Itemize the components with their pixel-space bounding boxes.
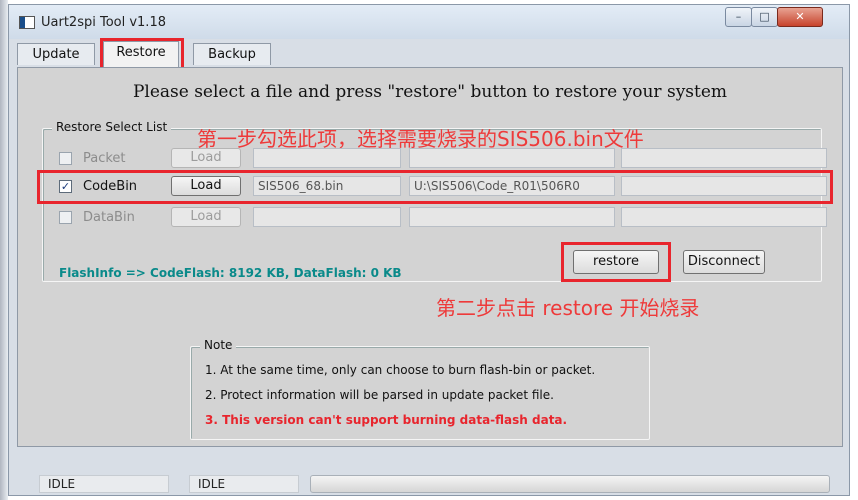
status-middle: IDLE: [189, 475, 299, 493]
note-group: Note 1. At the same time, only can choos…: [190, 338, 650, 440]
page-heading: Please select a file and press "restore"…: [132, 82, 728, 102]
app-window: Uart2spi Tool v1.18 – □ ✕ Update Restore…: [8, 4, 850, 496]
databin-file-field[interactable]: [253, 207, 401, 227]
close-button[interactable]: ✕: [777, 7, 823, 27]
databin-load-button[interactable]: Load: [171, 207, 241, 227]
status-left: IDLE: [39, 475, 169, 493]
background-strip: [0, 0, 8, 500]
status-bar: IDLE IDLE: [17, 449, 841, 495]
restore-button-highlight: [561, 242, 671, 282]
progress-bar: [310, 475, 830, 493]
note-line-1: 1. At the same time, only can choose to …: [205, 363, 596, 377]
databin-checkbox[interactable]: [59, 211, 72, 224]
disconnect-button[interactable]: Disconnect: [683, 250, 765, 274]
app-icon: [19, 16, 35, 29]
note-label: Note: [200, 338, 237, 352]
note-line-3: 3. This version can't support burning da…: [205, 413, 568, 427]
note-line-2: 2. Protect information will be parsed in…: [205, 388, 554, 402]
codebin-highlight: [37, 170, 833, 204]
restore-select-label: Restore Select List: [52, 120, 172, 134]
packet-checkbox[interactable]: [59, 152, 72, 165]
packet-extra-field[interactable]: [621, 148, 827, 168]
title-bar: Uart2spi Tool v1.18 – □ ✕: [9, 5, 849, 39]
restore-select-group: Restore Select List 第一步勾选此项，选择需要烧录的SIS50…: [37, 120, 833, 282]
restore-panel: Please select a file and press "restore"…: [17, 67, 843, 447]
databin-extra-field[interactable]: [621, 207, 827, 227]
packet-path-field[interactable]: [409, 148, 615, 168]
packet-load-button[interactable]: Load: [171, 148, 241, 168]
step2-annotation: 第二步点击 restore 开始烧录: [436, 296, 700, 320]
databin-label: DataBin: [83, 210, 135, 225]
databin-row: DataBin Load: [43, 207, 827, 229]
packet-label: Packet: [83, 151, 126, 166]
flash-info-text: FlashInfo => CodeFlash: 8192 KB, DataFla…: [59, 266, 402, 280]
minimize-button[interactable]: –: [725, 7, 752, 27]
tab-backup[interactable]: Backup: [193, 43, 271, 65]
window-title: Uart2spi Tool v1.18: [41, 15, 166, 30]
packet-row: Packet Load: [43, 148, 827, 170]
maximize-button[interactable]: □: [751, 7, 778, 27]
tab-update[interactable]: Update: [17, 43, 95, 65]
databin-path-field[interactable]: [409, 207, 615, 227]
restore-tab-highlight: [100, 38, 184, 70]
packet-file-field[interactable]: [253, 148, 401, 168]
